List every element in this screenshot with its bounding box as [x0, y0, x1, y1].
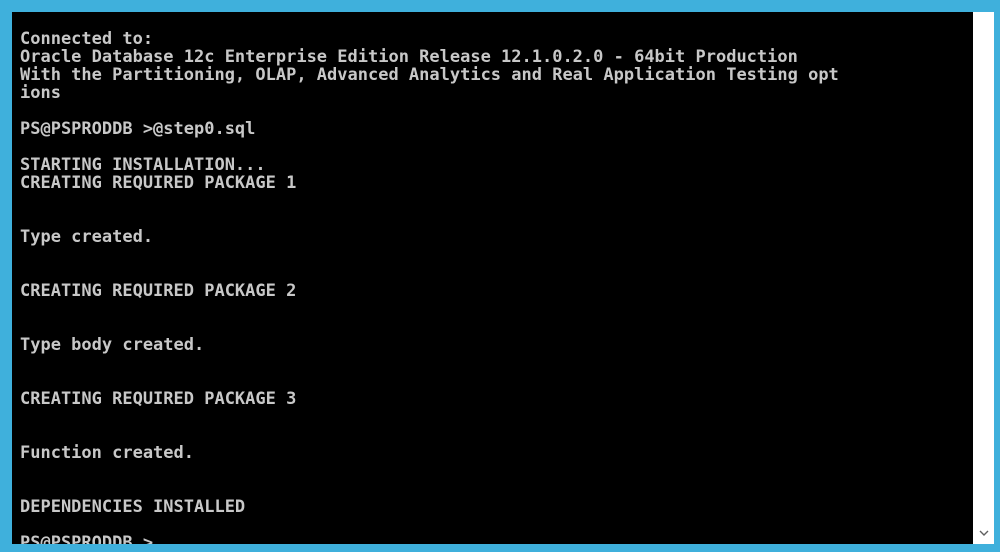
console-line: ions [20, 83, 61, 103]
console-line: Type body created. [20, 335, 205, 355]
console-line: DEPENDENCIES INSTALLED [20, 497, 246, 517]
console-line: Function created. [20, 443, 194, 463]
console-line: CREATING REQUIRED PACKAGE 1 [20, 173, 297, 193]
console-line: Connected to: [20, 29, 154, 49]
console-line: Type created. [20, 227, 154, 247]
console-prompt: PS@PSPRODDB > [20, 533, 154, 544]
console-line: Oracle Database 12c Enterprise Edition R… [20, 47, 798, 67]
console-prompt-line[interactable]: PS@PSPRODDB > [20, 534, 973, 544]
console-line: CREATING REQUIRED PACKAGE 3 [20, 389, 297, 409]
console-line: CREATING REQUIRED PACKAGE 2 [20, 281, 297, 301]
vertical-scrollbar[interactable] [973, 12, 994, 544]
console-area[interactable]: Connected to: Oracle Database 12c Enterpr… [12, 12, 973, 544]
console-output: Connected to: Oracle Database 12c Enterpr… [12, 12, 973, 544]
console-line: STARTING INSTALLATION... [20, 155, 266, 175]
console-line: PS@PSPRODDB >@step0.sql [20, 119, 256, 139]
console-line: With the Partitioning, OLAP, Advanced An… [20, 65, 839, 85]
scroll-down-button[interactable] [973, 522, 994, 544]
console-window: Connected to: Oracle Database 12c Enterpr… [0, 0, 1000, 552]
chevron-down-icon [979, 530, 988, 536]
